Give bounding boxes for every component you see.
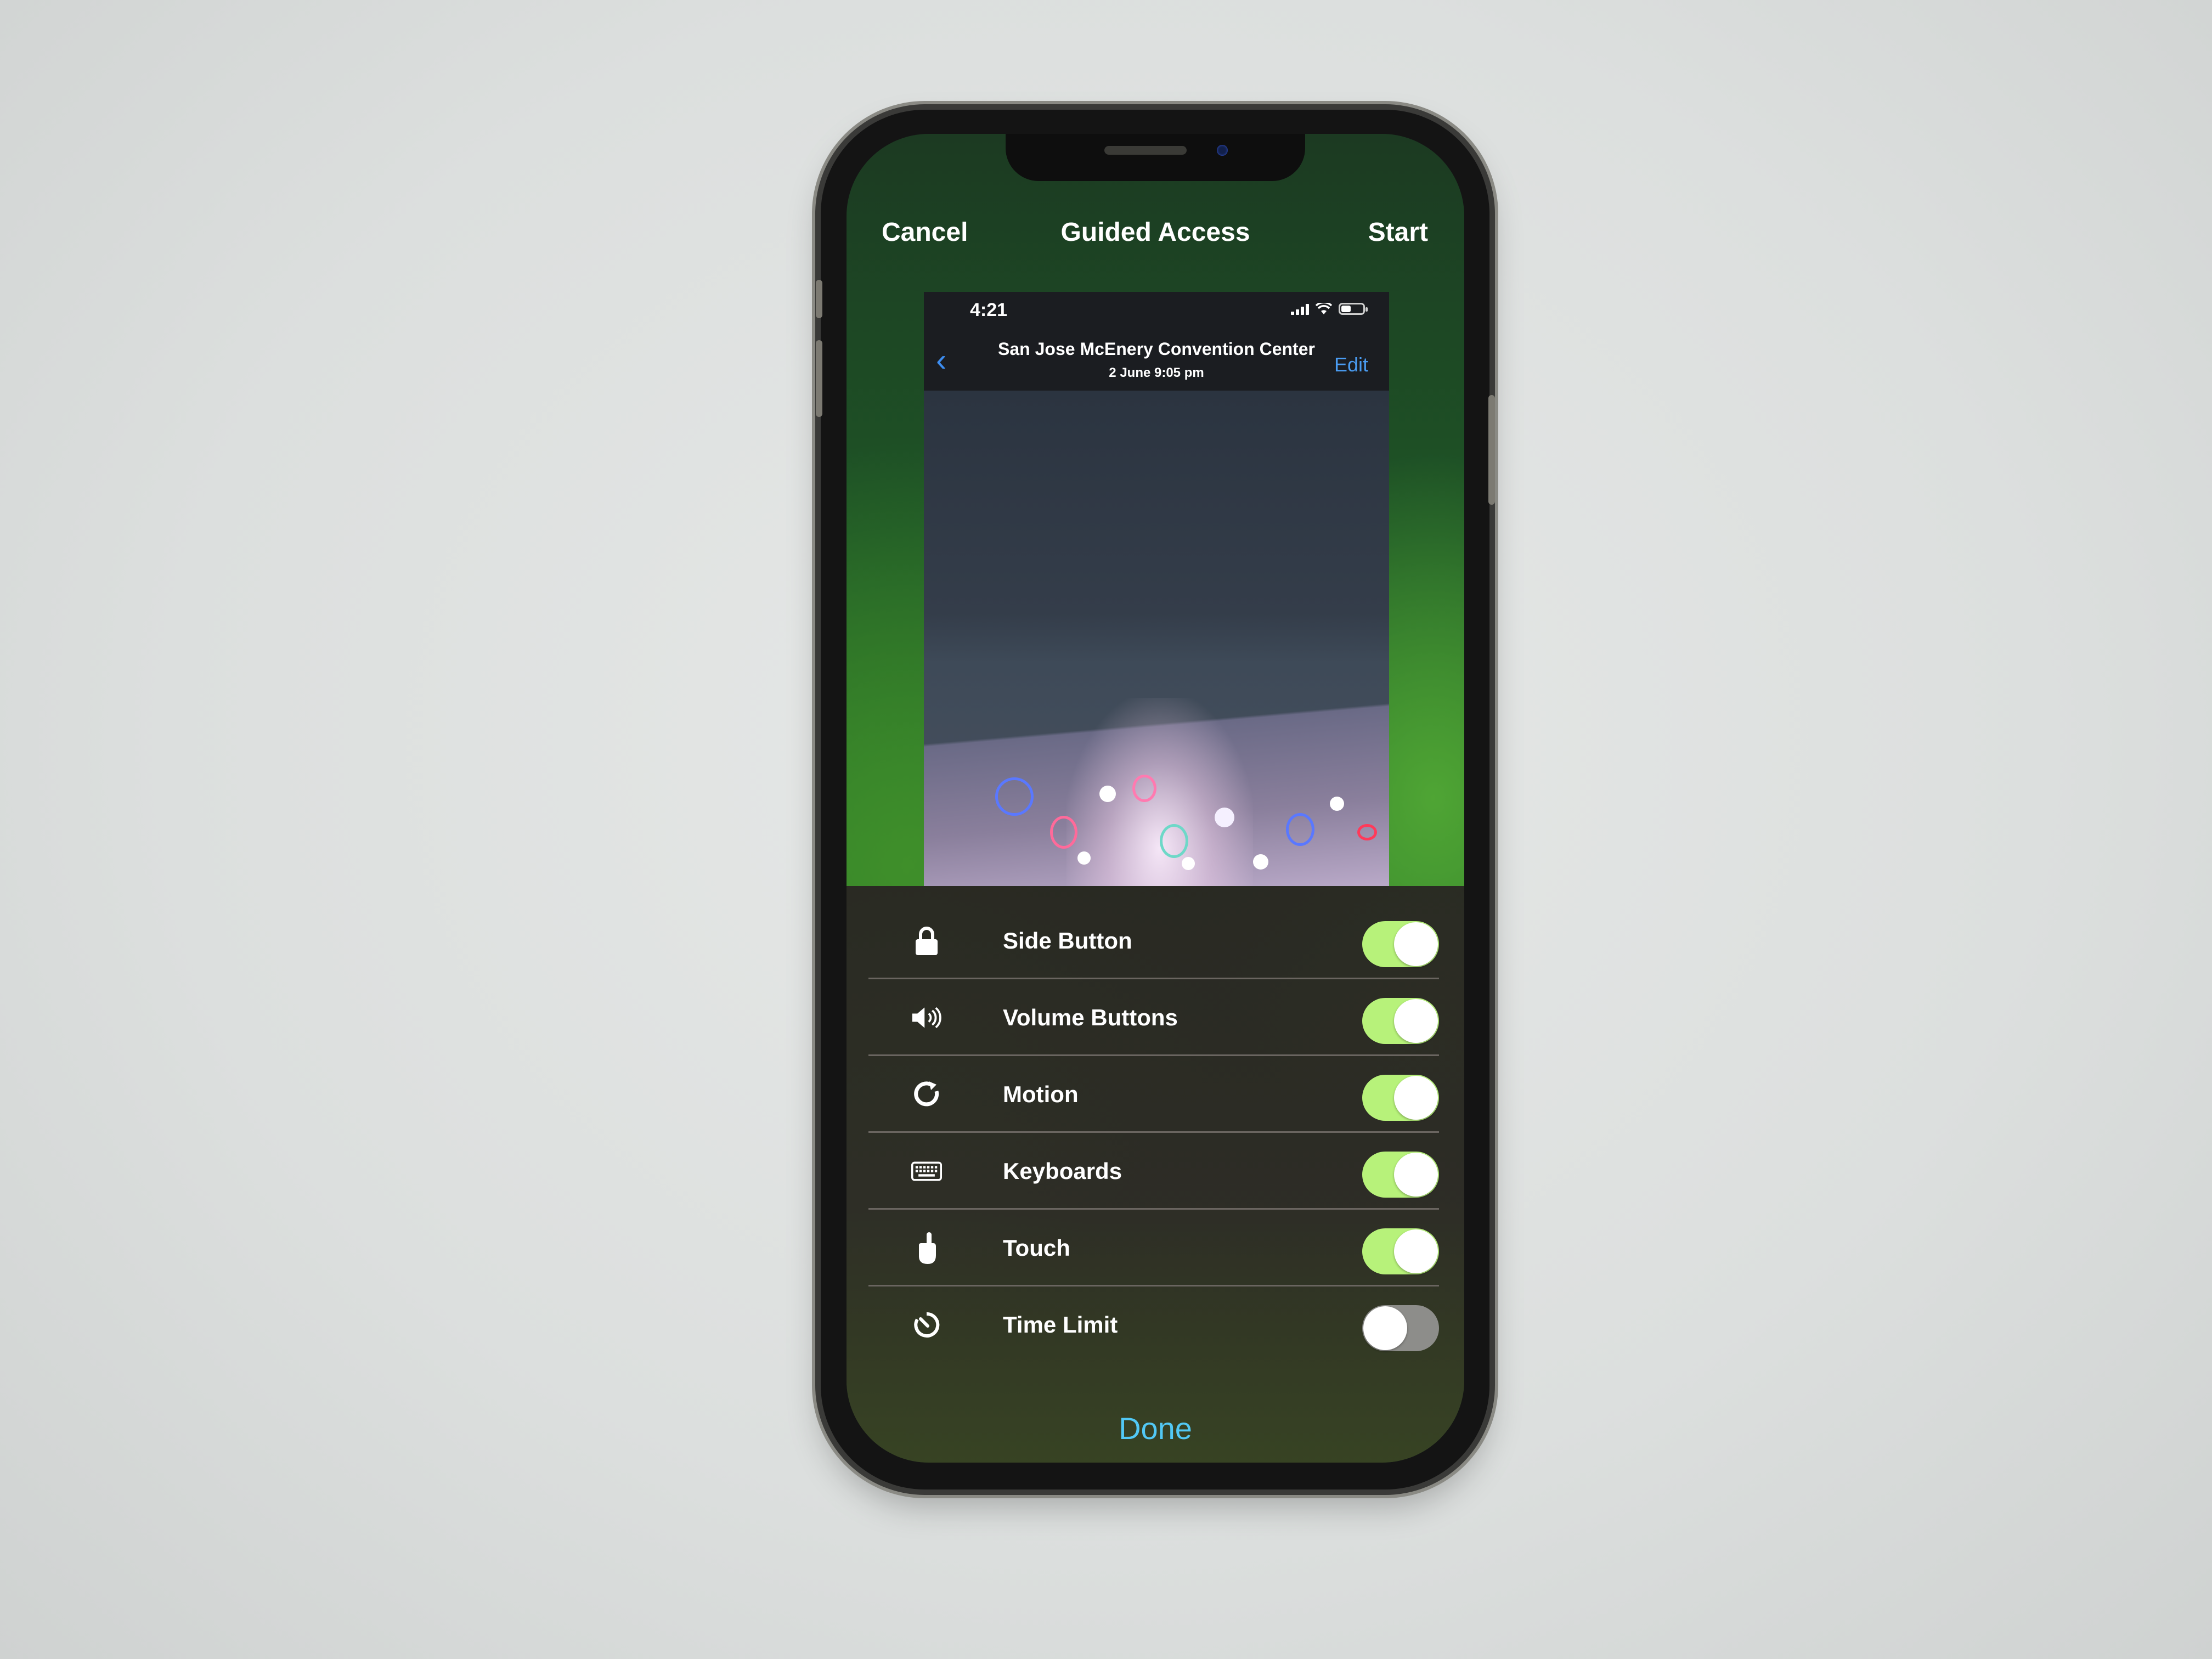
option-row-touch: Touch [868,1210,1439,1286]
front-camera [1217,145,1228,156]
side-button-left-2 [816,340,822,417]
neon-shape [1330,797,1344,811]
option-row-side-button: Side Button [868,902,1439,979]
options-panel: Side Button Volume Buttons Motion Keyboa… [847,886,1464,1463]
preview-nav-bar: ‹ San Jose McEnery Convention Center 2 J… [924,330,1389,391]
side-button-right [1488,395,1495,505]
neon-shape [1253,854,1268,870]
volume-buttons-toggle[interactable] [1362,998,1439,1044]
option-label: Touch [1003,1235,1070,1261]
app-preview[interactable]: 4:21 ‹ San Jose McEnery Convention Cente… [924,292,1389,886]
lock-icon [911,926,942,956]
motion-toggle[interactable] [1362,1075,1439,1121]
earpiece-speaker [1104,146,1187,155]
option-label: Motion [1003,1081,1079,1107]
cancel-button[interactable]: Cancel [882,211,968,255]
keyboard-icon [911,1156,942,1187]
neon-shape [1215,808,1234,827]
rotate-icon [911,1079,942,1110]
touch-toggle[interactable] [1362,1228,1439,1274]
edit-button[interactable]: Edit [1334,353,1368,376]
neon-shape [1050,816,1077,849]
option-row-volume-buttons: Volume Buttons [868,979,1439,1056]
status-icons [1291,303,1368,315]
photo-location-title: San Jose McEnery Convention Center [998,339,1315,359]
option-label: Side Button [1003,928,1132,953]
option-row-keyboards: Keyboards [868,1133,1439,1210]
option-row-time-limit: Time Limit [868,1286,1439,1363]
neon-shape [1357,824,1377,840]
done-button[interactable]: Done [847,1407,1464,1451]
option-label: Keyboards [1003,1158,1122,1184]
hand-pointer-icon [911,1232,942,1264]
side-button-toggle[interactable] [1362,921,1439,967]
guided-access-nav-bar: Guided Access Cancel Start [847,211,1464,255]
start-button[interactable]: Start [1368,211,1428,255]
time-limit-toggle[interactable] [1362,1305,1439,1351]
wifi-icon [1316,303,1332,314]
photo-image [924,391,1389,886]
neon-shape [1160,824,1188,858]
neon-shape [1077,851,1091,865]
timer-icon [911,1310,942,1340]
speaker-icon [911,1002,942,1033]
notch [1006,134,1305,181]
neon-shape [1132,775,1156,802]
option-label: Volume Buttons [1003,1005,1178,1030]
neon-shape [995,777,1034,816]
cellular-signal-icon [1291,303,1309,315]
option-label: Time Limit [1003,1312,1118,1338]
keyboards-toggle[interactable] [1362,1152,1439,1198]
status-time: 4:21 [970,300,1008,320]
phone-screen: Guided Access Cancel Start 4:21 ‹ San Jo… [847,134,1464,1463]
photo-light-glow [1066,698,1253,886]
preview-status-bar: 4:21 [924,292,1389,327]
side-button-left-1 [816,280,822,318]
option-row-motion: Motion [868,1056,1439,1133]
battery-icon [1339,303,1368,315]
photo-datetime: 2 June 9:05 pm [1109,365,1204,380]
neon-shape [1286,813,1314,846]
neon-shape [1182,857,1195,870]
neon-shape [1099,786,1116,802]
